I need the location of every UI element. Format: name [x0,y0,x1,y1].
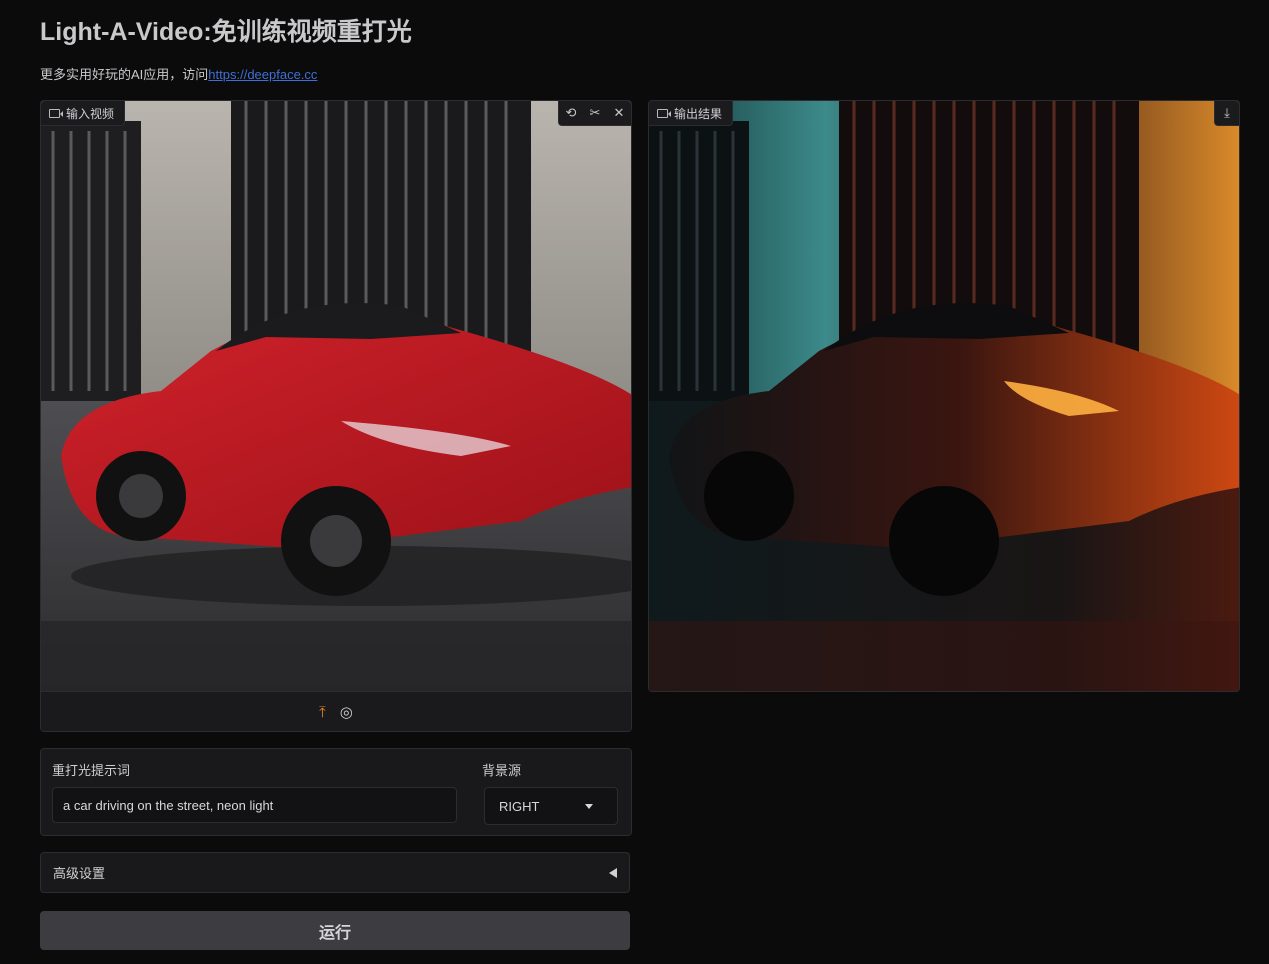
input-video-tag: 输入视频 [41,101,126,126]
page-title: Light-A-Video:免训练视频重打光 [40,18,412,46]
run-button[interactable]: 运行 [40,911,630,950]
subtitle-text: 更多实用好玩的AI应用，访问 [40,67,209,82]
output-video-label: 输出结果 [674,106,723,121]
input-video-label: 输入视频 [66,106,115,121]
relight-form: 重打光提示词 背景源 RIGHT [40,748,632,836]
deepface-link[interactable]: https://deepface.cc [208,67,317,82]
input-video-panel[interactable]: 输入视频 ⟲ ✂ ✕ ⤒ ◎ [40,100,632,732]
prompt-label: 重打光提示词 [52,763,131,778]
video-camera-icon [49,108,63,118]
output-video-frame [649,101,1239,691]
relight-prompt-input[interactable] [52,787,457,823]
download-icon[interactable]: ⤓ [1215,101,1239,125]
input-video-frame [41,101,631,691]
webcam-icon[interactable]: ◎ [340,703,353,721]
input-video-toolbar: ⟲ ✂ ✕ [558,101,631,126]
background-source-dropdown[interactable]: RIGHT [484,787,618,825]
advanced-settings-label: 高级设置 [53,866,106,881]
video-camera-icon [657,108,671,118]
output-video-panel: 输出结果 ⤓ [648,100,1240,692]
triangle-left-icon [609,867,617,878]
input-video-source-bar: ⤒ ◎ [41,691,631,731]
close-icon[interactable]: ✕ [607,101,631,125]
page-subtitle: 更多实用好玩的AI应用，访问https://deepface.cc [40,64,317,83]
background-source-value: RIGHT [499,798,540,814]
input-video-player[interactable] [41,101,631,691]
scissors-icon[interactable]: ✂ [583,101,607,125]
advanced-settings-accordion[interactable]: 高级设置 [40,852,630,893]
output-video-toolbar: ⤓ [1214,101,1239,126]
undo-icon[interactable]: ⟲ [559,101,583,125]
background-source-label: 背景源 [482,763,522,778]
output-video-tag: 输出结果 [649,101,734,126]
output-video-player[interactable] [649,101,1239,691]
upload-icon[interactable]: ⤒ [319,704,326,721]
chevron-down-icon [585,803,593,809]
